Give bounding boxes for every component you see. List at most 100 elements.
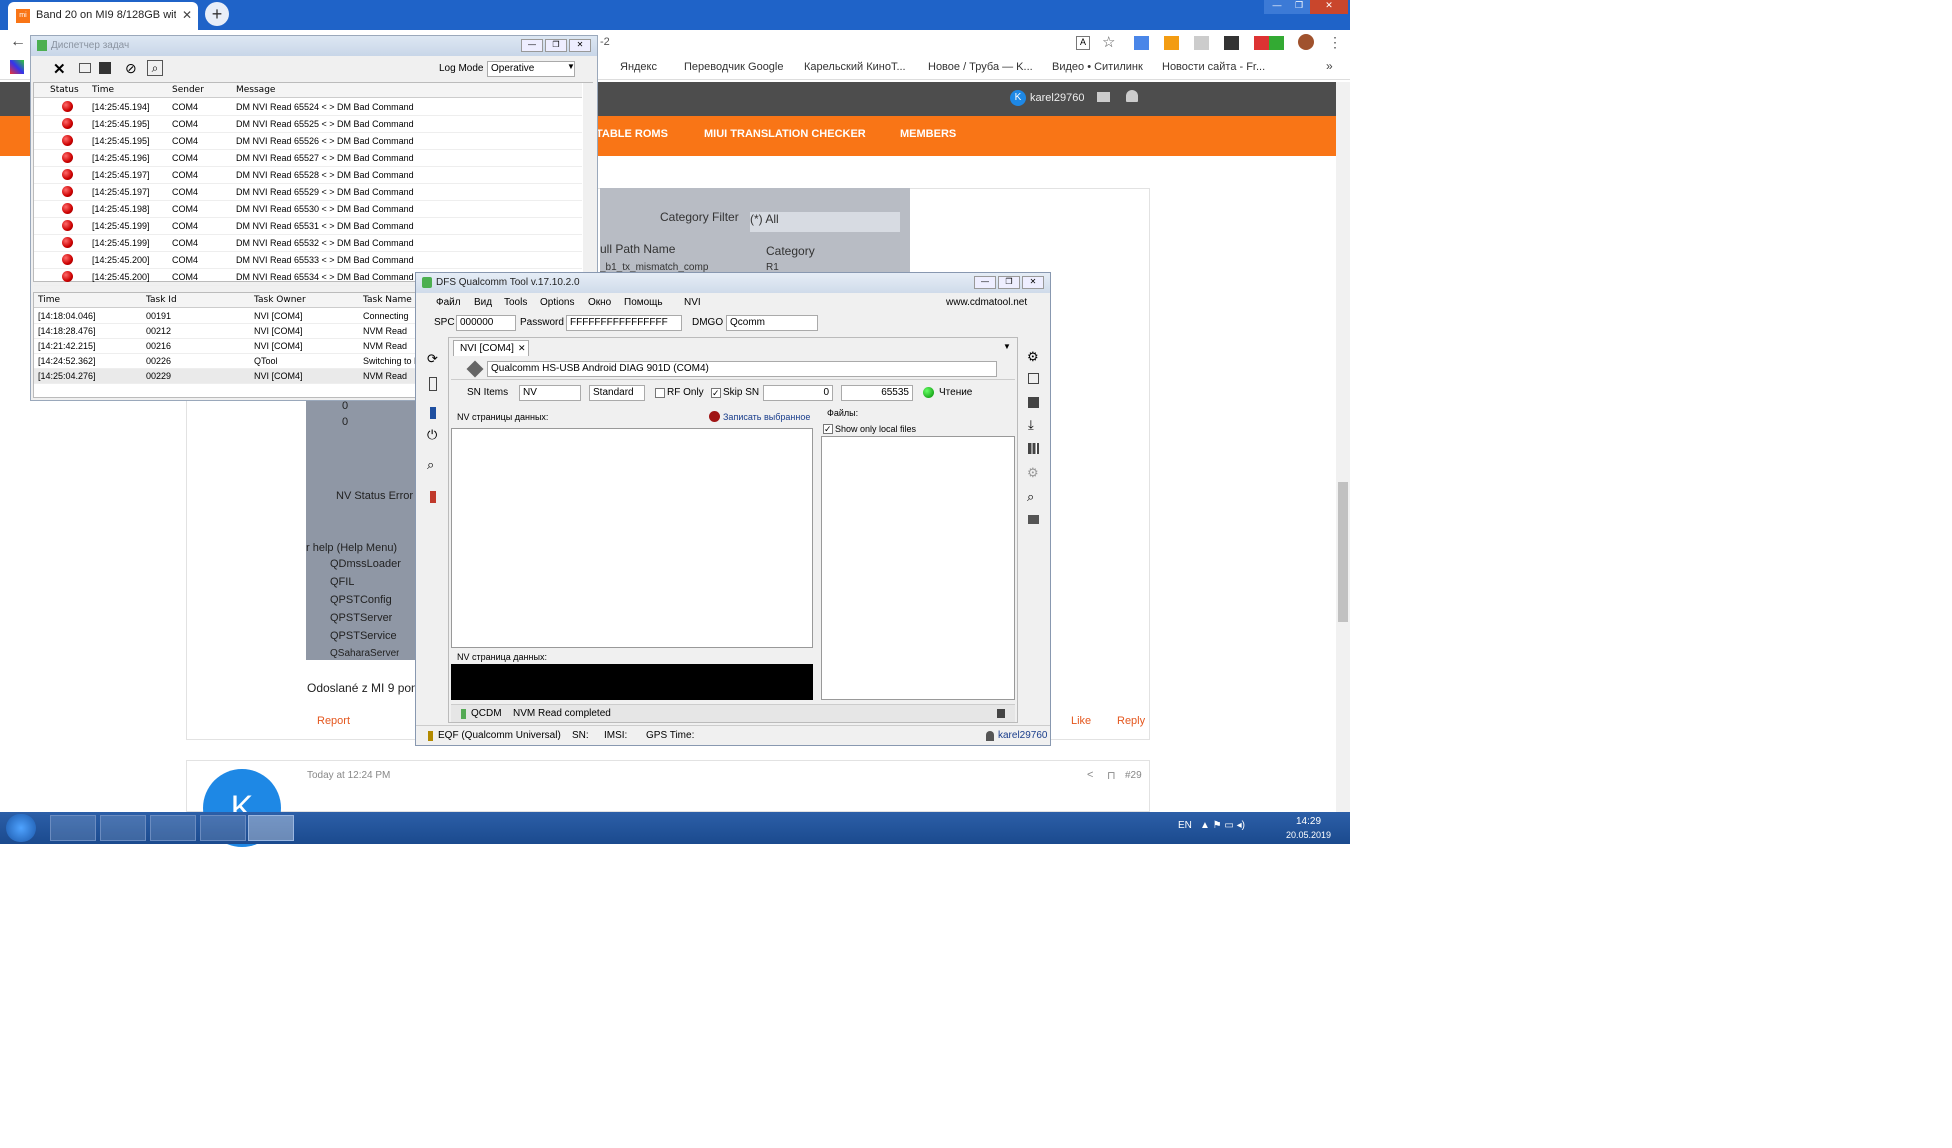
rf-only-checkbox[interactable] bbox=[655, 388, 665, 398]
maximize-button[interactable]: ❐ bbox=[998, 276, 1020, 289]
dfs-app-icon[interactable] bbox=[248, 815, 294, 841]
save-icon[interactable] bbox=[99, 62, 111, 74]
chart-icon[interactable] bbox=[1028, 443, 1039, 454]
nv-pages-list[interactable] bbox=[451, 428, 813, 648]
share-icon[interactable]: < bbox=[1087, 769, 1093, 781]
bookmark-truba[interactable]: Новое / Труба — K... bbox=[912, 61, 1033, 73]
range-from-input[interactable]: 0 bbox=[763, 385, 833, 401]
col-status[interactable]: Status bbox=[50, 85, 79, 95]
menu-file[interactable]: Файл bbox=[436, 297, 461, 308]
translate-icon[interactable]: A bbox=[1076, 36, 1090, 50]
menu-window[interactable]: Окно bbox=[588, 297, 611, 308]
close-window-button[interactable]: ✕ bbox=[1310, 0, 1348, 14]
language-indicator[interactable]: EN bbox=[1178, 820, 1192, 831]
maximize-button[interactable]: ❐ bbox=[1286, 0, 1312, 14]
tab-nvi[interactable]: NVI [COM4] ✕ bbox=[453, 340, 529, 356]
browser-tab[interactable]: mi Band 20 on MI9 8/128GB with xi ✕ bbox=[8, 2, 198, 30]
table-row[interactable]: [14:25:45.196] COM4 DM NVI Read 65527 < > … bbox=[34, 150, 582, 167]
table-row[interactable]: [14:18:04.046] 00191 NVI [COM4] Connecting bbox=[34, 309, 418, 324]
table-row[interactable]: [14:25:45.199] COM4 DM NVI Read 65532 < > … bbox=[34, 235, 582, 252]
menu-nvi[interactable]: NVI bbox=[684, 297, 701, 308]
spc-input[interactable]: 000000 bbox=[456, 315, 516, 331]
search-icon[interactable]: ⌕ bbox=[1027, 489, 1034, 505]
standard-select[interactable]: Standard bbox=[589, 385, 645, 401]
table-row[interactable]: [14:25:45.197] COM4 DM NVI Read 65529 < > … bbox=[34, 184, 582, 201]
nav-members[interactable]: MEMBERS bbox=[884, 128, 956, 140]
col-message[interactable]: Message bbox=[236, 85, 275, 95]
settings-icon[interactable]: ⚙ bbox=[1027, 465, 1039, 481]
open-icon[interactable] bbox=[79, 63, 91, 73]
table-row[interactable]: [14:25:45.198] COM4 DM NVI Read 65530 < > … bbox=[34, 201, 582, 218]
save-app-icon[interactable] bbox=[200, 815, 246, 841]
start-button[interactable] bbox=[6, 814, 36, 842]
header-username[interactable]: karel29760 bbox=[1030, 92, 1084, 104]
nav-roms[interactable]: TABLE ROMS bbox=[596, 128, 668, 140]
nv-page-hexview[interactable] bbox=[451, 664, 813, 700]
col-task-owner[interactable]: Task Owner bbox=[254, 295, 306, 305]
minimize-button[interactable]: — bbox=[974, 276, 996, 289]
chip-icon[interactable] bbox=[1028, 397, 1039, 408]
table-row[interactable]: [14:25:45.197] COM4 DM NVI Read 65528 < > … bbox=[34, 167, 582, 184]
star-icon[interactable]: ☆ bbox=[1102, 33, 1115, 51]
minimize-button[interactable]: — bbox=[521, 39, 543, 52]
close-button[interactable]: ✕ bbox=[1022, 276, 1044, 289]
power-icon[interactable]: ⏻ bbox=[427, 427, 437, 443]
chevron-down-icon[interactable]: ▼ bbox=[567, 62, 575, 71]
download-icon[interactable]: ⤓ bbox=[1028, 417, 1034, 433]
extension-icons[interactable] bbox=[1134, 36, 1284, 50]
bookmark-kino[interactable]: Карельский КиноТ... bbox=[788, 61, 906, 73]
col-task-name[interactable]: Task Name bbox=[363, 295, 412, 305]
table-row[interactable]: [14:25:04.276] 00229 NVI [COM4] NVM Read bbox=[34, 369, 418, 384]
dmgo-select[interactable]: Qcomm bbox=[726, 315, 818, 331]
network-icon[interactable] bbox=[1028, 373, 1039, 384]
table-row[interactable]: [14:25:45.199] COM4 DM NVI Read 65531 < > … bbox=[34, 218, 582, 235]
dfs-titlebar[interactable]: DFS Qualcomm Tool v.17.10.2.0 — ❐ ✕ bbox=[416, 273, 1050, 293]
profile-avatar-icon[interactable] bbox=[1298, 34, 1314, 50]
log-scrollbar[interactable] bbox=[583, 83, 593, 281]
clock-date[interactable]: 20.05.2019 bbox=[1286, 830, 1331, 840]
maximize-button[interactable]: ❐ bbox=[545, 39, 567, 52]
nv-select[interactable]: NV bbox=[519, 385, 581, 401]
media-player-icon[interactable] bbox=[100, 815, 146, 841]
website-link[interactable]: www.cdmatool.net bbox=[946, 297, 1027, 308]
menu-tools[interactable]: Tools bbox=[504, 297, 527, 308]
page-scrollbar[interactable] bbox=[1336, 82, 1350, 812]
table-row[interactable]: [14:25:45.200] COM4 DM NVI Read 65533 < > … bbox=[34, 252, 582, 269]
bookmark-translate[interactable]: Переводчик Google bbox=[668, 61, 784, 73]
chevron-down-icon[interactable]: ▼ bbox=[1003, 342, 1011, 351]
log-mode-select[interactable]: Operative bbox=[487, 61, 575, 77]
table-row[interactable]: [14:25:45.195] COM4 DM NVI Read 65526 < > … bbox=[34, 133, 582, 150]
new-tab-button[interactable]: + bbox=[205, 2, 229, 26]
bookmark-citilink[interactable]: Видео • Ситилинк bbox=[1036, 61, 1143, 73]
phone-icon[interactable] bbox=[429, 377, 437, 391]
files-list[interactable] bbox=[821, 436, 1015, 700]
bell-icon[interactable] bbox=[1126, 90, 1138, 102]
skip-sn-checkbox[interactable]: ✓ bbox=[711, 388, 721, 398]
post-number[interactable]: #29 bbox=[1125, 770, 1142, 781]
table-row[interactable]: [14:25:45.195] COM4 DM NVI Read 65525 < > … bbox=[34, 116, 582, 133]
scrollbar-thumb[interactable] bbox=[1338, 482, 1348, 622]
menu-options[interactable]: Options bbox=[540, 297, 574, 308]
col-task-id[interactable]: Task Id bbox=[146, 295, 177, 305]
menu-dots-icon[interactable]: ⋮ bbox=[1328, 34, 1342, 51]
chevron-right-icon[interactable]: » bbox=[1326, 59, 1333, 73]
apps-icon[interactable] bbox=[10, 60, 24, 74]
refresh-icon[interactable]: ⟳ bbox=[427, 351, 438, 367]
menu-view[interactable]: Вид bbox=[474, 297, 492, 308]
col-time[interactable]: Time bbox=[38, 295, 60, 305]
tray-icons[interactable]: ▲ ⚑ ▭ ◂) bbox=[1200, 820, 1245, 831]
port-select[interactable]: Qualcomm HS-USB Android DIAG 901D (COM4) bbox=[487, 361, 997, 377]
sn-items-button[interactable]: SN Items bbox=[467, 387, 508, 398]
reply-link[interactable]: Reply bbox=[1117, 715, 1145, 727]
write-selected-button[interactable]: Записать выбранное bbox=[723, 412, 810, 422]
avatar[interactable]: K bbox=[1010, 90, 1026, 106]
cancel-icon[interactable]: ⊘ bbox=[125, 60, 137, 77]
like-link[interactable]: Like bbox=[1071, 715, 1091, 727]
menu-help[interactable]: Помощь bbox=[624, 297, 663, 308]
search-icon[interactable]: ⌕ bbox=[427, 457, 434, 473]
mail-icon[interactable] bbox=[1097, 92, 1110, 102]
post-time[interactable]: Today at 12:24 PM bbox=[307, 770, 390, 781]
image-icon[interactable] bbox=[1028, 515, 1039, 524]
report-link[interactable]: Report bbox=[317, 715, 350, 727]
close-tab-icon[interactable]: ✕ bbox=[518, 343, 526, 354]
